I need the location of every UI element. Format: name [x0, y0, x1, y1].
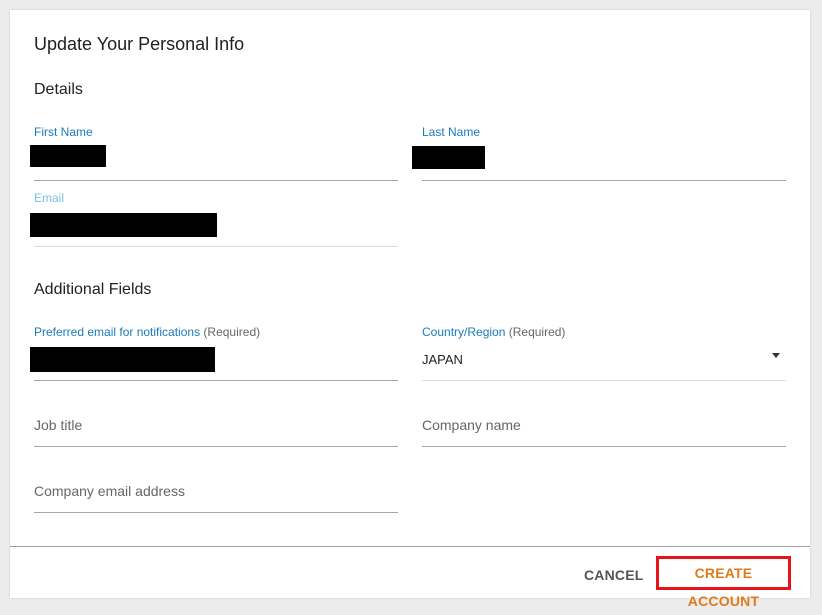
details-section-title: Details	[34, 81, 83, 98]
first-name-underline	[34, 180, 398, 181]
company-email-underline	[34, 512, 398, 513]
company-email-field[interactable]: Company email address	[34, 457, 398, 513]
email-redacted-value	[30, 213, 217, 237]
last-name-field[interactable]: Last Name	[412, 125, 786, 181]
preferred-email-required: (Required)	[203, 325, 261, 339]
company-email-placeholder: Company email address	[34, 483, 185, 499]
email-label: Email	[34, 191, 65, 205]
create-account-button[interactable]: CREATE ACCOUNT	[656, 556, 791, 609]
company-name-placeholder: Company name	[422, 417, 521, 433]
company-name-underline	[422, 446, 786, 447]
dialog-title: Update Your Personal Info	[34, 34, 245, 54]
preferred-email-label-text: Preferred email for notifications	[34, 325, 201, 339]
country-region-value: JAPAN	[422, 352, 463, 367]
first-name-field[interactable]: First Name	[30, 125, 398, 181]
cancel-button[interactable]: CANCEL	[584, 567, 644, 583]
preferred-email-label: Preferred email for notifications (Requi…	[34, 325, 260, 339]
last-name-underline	[422, 180, 786, 181]
email-field: Email	[30, 191, 398, 247]
personal-info-dialog: Update Your Personal Info Details First …	[10, 10, 810, 609]
first-name-label: First Name	[34, 125, 93, 139]
footer-divider	[10, 546, 810, 547]
company-name-field[interactable]: Company name	[422, 391, 786, 447]
preferred-email-field[interactable]: Preferred email for notifications (Requi…	[30, 325, 398, 381]
job-title-underline	[34, 446, 398, 447]
preferred-email-underline	[34, 380, 398, 381]
country-region-underline	[422, 380, 786, 381]
email-underline	[34, 246, 398, 247]
additional-fields-section-title: Additional Fields	[34, 281, 152, 298]
country-region-label: Country/Region (Required)	[422, 325, 565, 339]
last-name-redacted-value	[412, 146, 485, 169]
job-title-field[interactable]: Job title	[34, 391, 398, 447]
country-region-required: (Required)	[508, 325, 566, 339]
first-name-redacted-value	[30, 145, 106, 167]
preferred-email-redacted-value	[30, 347, 215, 372]
last-name-label: Last Name	[422, 125, 481, 139]
country-region-label-text: Country/Region	[422, 325, 506, 339]
job-title-placeholder: Job title	[34, 417, 83, 433]
dropdown-arrow-icon[interactable]	[772, 353, 780, 358]
country-region-select[interactable]: Country/Region (Required) JAPAN	[422, 325, 786, 381]
